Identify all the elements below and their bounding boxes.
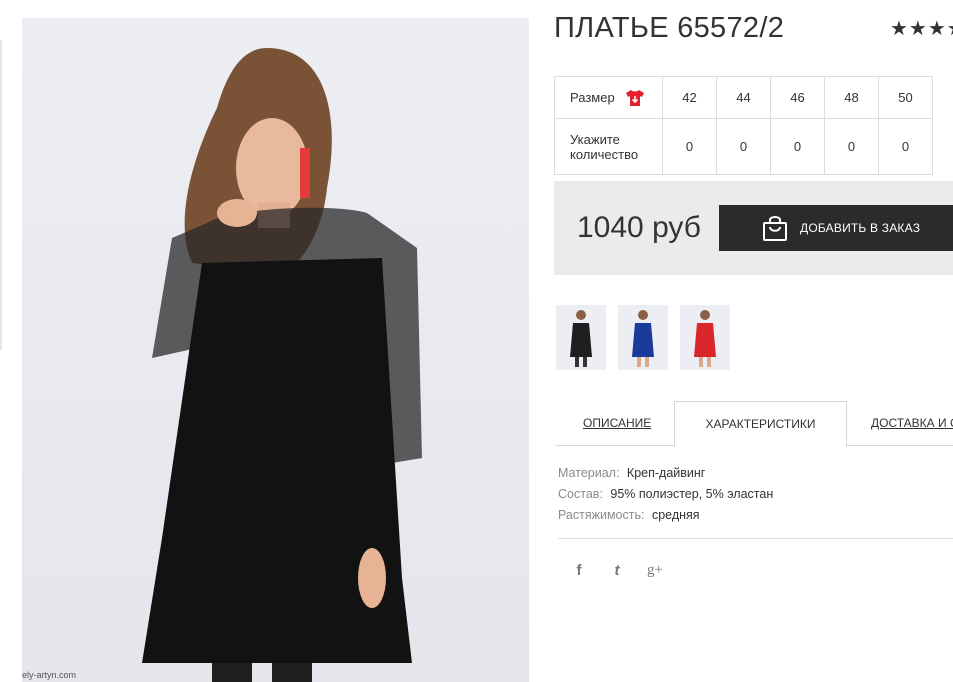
- color-thumbnails: [556, 305, 730, 370]
- size-label: Размер: [570, 90, 615, 105]
- char-composition: Состав: 95% полиэстер, 5% эластан: [558, 484, 773, 505]
- quantity-input-46[interactable]: 0: [770, 118, 825, 175]
- thumbnail-red-image: [694, 310, 716, 367]
- size-50: 50: [878, 76, 933, 119]
- size-row: Размер 42 44 46 48 50: [554, 76, 933, 119]
- size-46: 46: [770, 76, 825, 119]
- size-label-cell: Размер: [554, 76, 663, 119]
- tab-description[interactable]: ОПИСАНИЕ: [583, 401, 651, 445]
- model-illustration: [142, 48, 422, 682]
- size-42: 42: [662, 76, 717, 119]
- shopping-bag-icon: [763, 216, 787, 241]
- characteristics-list: Материал: Креп-дайвинг Состав: 95% полиэ…: [558, 463, 773, 526]
- size-chart-tshirt-icon[interactable]: [625, 89, 645, 107]
- product-title: ПЛАТЬЕ 65572/2: [554, 12, 785, 44]
- thumbnail-black[interactable]: [556, 305, 606, 370]
- quantity-input-42[interactable]: 0: [662, 118, 717, 175]
- quantity-input-44[interactable]: 0: [716, 118, 771, 175]
- rating-stars[interactable]: ★★★★: [890, 16, 953, 41]
- char-stretch: Растяжимость: средняя: [558, 505, 773, 526]
- char-stretch-key: Растяжимость:: [558, 508, 645, 522]
- google-plus-icon[interactable]: g+: [646, 562, 664, 580]
- main-product-photo[interactable]: ely-artyn.com: [22, 18, 529, 682]
- quantity-label: Укажите количество: [554, 118, 663, 175]
- social-share: f t g+: [570, 562, 664, 580]
- quantity-input-50[interactable]: 0: [878, 118, 933, 175]
- thumbnail-blue[interactable]: [618, 305, 668, 370]
- quantity-input-48[interactable]: 0: [824, 118, 879, 175]
- photo-watermark: ely-artyn.com: [22, 670, 77, 680]
- facebook-icon[interactable]: f: [570, 562, 588, 580]
- char-stretch-value: средняя: [651, 508, 700, 522]
- size-quantity-table: Размер 42 44 46 48 50 Укажите количество…: [554, 76, 933, 175]
- product-price: 1040 руб: [577, 211, 701, 244]
- price-box: 1040 руб ДОБАВИТЬ В ЗАКАЗ: [554, 181, 953, 275]
- product-tabs: ОПИСАНИЕ ХАРАКТЕРИСТИКИ ДОСТАВКА И О: [556, 401, 953, 447]
- quantity-row: Укажите количество 0 0 0 0 0: [554, 118, 933, 175]
- thumbnail-blue-image: [632, 310, 654, 367]
- char-material-value: Креп-дайвинг: [626, 466, 706, 480]
- char-material: Материал: Креп-дайвинг: [558, 463, 773, 484]
- char-composition-key: Состав:: [558, 487, 603, 501]
- thumbnail-red[interactable]: [680, 305, 730, 370]
- size-44: 44: [716, 76, 771, 119]
- tab-characteristics[interactable]: ХАРАКТЕРИСТИКИ: [674, 401, 847, 447]
- twitter-icon[interactable]: t: [608, 562, 626, 580]
- add-to-order-label: ДОБАВИТЬ В ЗАКАЗ: [800, 221, 921, 235]
- tab-delivery[interactable]: ДОСТАВКА И О: [871, 401, 953, 445]
- char-material-key: Материал:: [558, 466, 620, 480]
- add-to-order-button[interactable]: ДОБАВИТЬ В ЗАКАЗ: [719, 205, 953, 251]
- char-composition-value: 95% полиэстер, 5% эластан: [610, 487, 774, 501]
- section-divider: [558, 538, 953, 539]
- thumbnail-black-image: [570, 310, 592, 367]
- size-48: 48: [824, 76, 879, 119]
- left-edge-divider: [0, 40, 2, 350]
